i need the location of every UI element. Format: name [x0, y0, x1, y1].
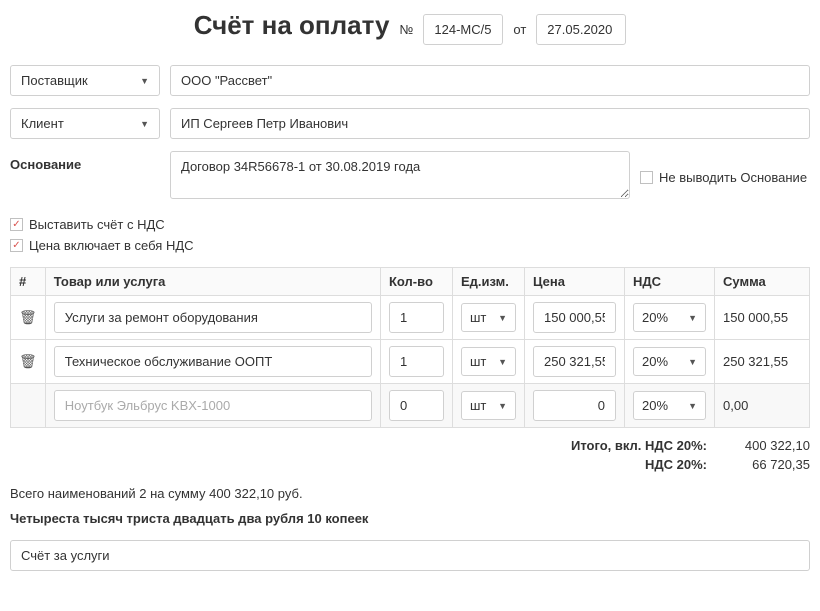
table-row: 🗑 шт ▼ 20% ▼ 250 321,55 [11, 340, 810, 384]
item-name-input[interactable] [54, 390, 372, 421]
client-role-dropdown[interactable]: Клиент ▼ [10, 108, 160, 139]
client-row: Клиент ▼ [10, 108, 810, 139]
item-name-input[interactable] [54, 346, 372, 377]
item-qty-input[interactable] [389, 346, 444, 377]
caret-down-icon: ▼ [688, 313, 697, 323]
price-includes-vat-checkbox[interactable]: ✓ Цена включает в себя НДС [10, 234, 810, 253]
basis-label: Основание [10, 151, 160, 199]
summary-count: Всего наименований 2 на сумму 400 322,10… [10, 486, 810, 501]
invoice-date-input[interactable] [536, 14, 626, 45]
checkbox-icon: ✓ [10, 239, 23, 252]
trash-icon[interactable]: 🗑 [19, 353, 37, 370]
item-price-input[interactable] [533, 346, 616, 377]
checkbox-icon: ✓ [10, 218, 23, 231]
item-unit-dropdown[interactable]: шт ▼ [461, 303, 516, 332]
basis-textarea[interactable] [170, 151, 630, 199]
caret-down-icon: ▼ [688, 357, 697, 367]
th-qty: Кол-во [381, 268, 453, 296]
client-role-label: Клиент [21, 116, 64, 131]
item-unit-dropdown[interactable]: шт ▼ [461, 347, 516, 376]
caret-down-icon: ▼ [140, 119, 149, 129]
item-vat-dropdown[interactable]: 20% ▼ [633, 303, 706, 332]
invoice-header: Счёт на оплату № от [10, 10, 810, 45]
totals-block: Итого, вкл. НДС 20%: 400 322,10 НДС 20%:… [10, 438, 810, 472]
item-sum: 150 000,55 [715, 296, 810, 340]
items-table: # Товар или услуга Кол-во Ед.изм. Цена Н… [10, 267, 810, 428]
th-sum: Сумма [715, 268, 810, 296]
checkbox-icon [640, 171, 653, 184]
item-sum: 250 321,55 [715, 340, 810, 384]
th-unit: Ед.изм. [453, 268, 525, 296]
item-price-input[interactable] [533, 302, 616, 333]
table-header-row: # Товар или услуга Кол-во Ед.изм. Цена Н… [11, 268, 810, 296]
page-title: Счёт на оплату [194, 10, 390, 41]
th-index: # [11, 268, 46, 296]
item-qty-input[interactable] [389, 390, 444, 421]
caret-down-icon: ▼ [688, 401, 697, 411]
hide-basis-checkbox[interactable]: Не выводить Основание [640, 151, 807, 199]
supplier-name-input[interactable] [170, 65, 810, 96]
with-vat-checkbox[interactable]: ✓ Выставить счёт с НДС [10, 213, 810, 232]
invoice-number-input[interactable] [423, 14, 503, 45]
item-price-input[interactable] [533, 390, 616, 421]
number-label: № [399, 22, 413, 37]
price-includes-vat-label: Цена включает в себя НДС [29, 238, 194, 253]
trash-icon[interactable]: 🗑 [19, 309, 37, 326]
caret-down-icon: ▼ [498, 357, 507, 367]
total-label: Итого, вкл. НДС 20%: [571, 438, 707, 453]
vat-total-value: 66 720,35 [725, 457, 810, 472]
item-vat-dropdown[interactable]: 20% ▼ [633, 347, 706, 376]
total-value: 400 322,10 [725, 438, 810, 453]
table-row-empty: шт ▼ 20% ▼ 0,00 [11, 384, 810, 428]
vat-total-label: НДС 20%: [645, 457, 707, 472]
note-input[interactable] [10, 540, 810, 571]
summary-words: Четыреста тысяч триста двадцать два рубл… [10, 511, 810, 526]
supplier-role-label: Поставщик [21, 73, 88, 88]
with-vat-label: Выставить счёт с НДС [29, 217, 165, 232]
supplier-role-dropdown[interactable]: Поставщик ▼ [10, 65, 160, 96]
caret-down-icon: ▼ [498, 313, 507, 323]
item-vat-dropdown[interactable]: 20% ▼ [633, 391, 706, 420]
caret-down-icon: ▼ [498, 401, 507, 411]
table-row: 🗑 шт ▼ 20% ▼ 150 000,55 [11, 296, 810, 340]
item-name-input[interactable] [54, 302, 372, 333]
basis-row: Основание Не выводить Основание [10, 151, 810, 199]
item-unit-dropdown[interactable]: шт ▼ [461, 391, 516, 420]
caret-down-icon: ▼ [140, 76, 149, 86]
hide-basis-label: Не выводить Основание [659, 170, 807, 185]
client-name-input[interactable] [170, 108, 810, 139]
vat-options: ✓ Выставить счёт с НДС ✓ Цена включает в… [10, 213, 810, 253]
item-sum: 0,00 [715, 384, 810, 428]
th-name: Товар или услуга [45, 268, 380, 296]
item-qty-input[interactable] [389, 302, 444, 333]
date-label: от [513, 22, 526, 37]
supplier-row: Поставщик ▼ [10, 65, 810, 96]
th-price: Цена [525, 268, 625, 296]
th-vat: НДС [625, 268, 715, 296]
